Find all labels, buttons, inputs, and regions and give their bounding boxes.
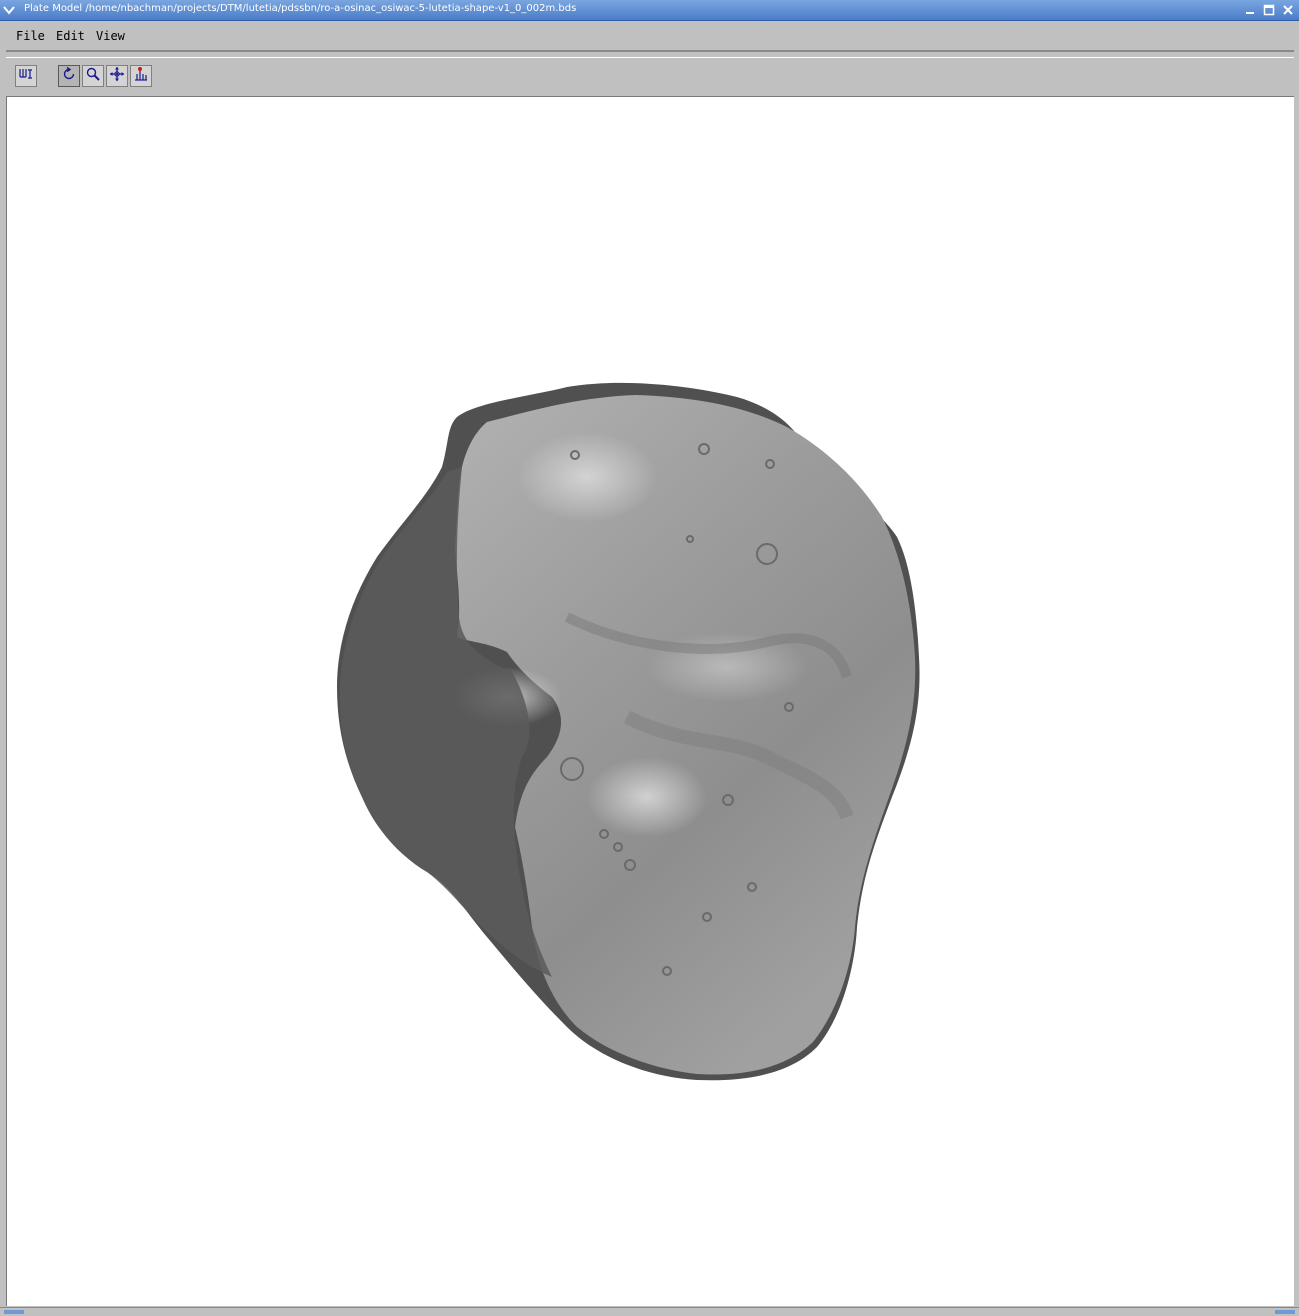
rotate-button[interactable]: [58, 65, 80, 87]
menu-edit[interactable]: Edit: [56, 29, 85, 43]
zoom-icon: [85, 66, 101, 86]
maximize-icon[interactable]: [1261, 2, 1277, 18]
rotate-icon: [61, 66, 77, 86]
menu-bar: File Edit View: [6, 22, 1294, 52]
pick-point-icon: [133, 66, 149, 86]
window-menu-icon[interactable]: [1, 2, 17, 18]
app-window: Plate Model /home/nbachman/projects/DTM/…: [0, 0, 1299, 1316]
resize-handle-right[interactable]: [1275, 1310, 1295, 1314]
plate-model-button[interactable]: [15, 65, 37, 87]
minimize-icon[interactable]: [1242, 2, 1258, 18]
zoom-button[interactable]: [82, 65, 104, 87]
pan-icon: [109, 66, 125, 86]
surface-highlight: [517, 432, 657, 522]
surface-highlight: [587, 757, 707, 837]
asteroid-model-render: [337, 382, 920, 1081]
3d-viewport[interactable]: [6, 97, 1294, 1306]
pan-button[interactable]: [106, 65, 128, 87]
toolbar: [6, 57, 1294, 98]
resize-handle-left[interactable]: [4, 1310, 24, 1314]
title-bar[interactable]: Plate Model /home/nbachman/projects/DTM/…: [0, 0, 1299, 21]
menu-file[interactable]: File: [16, 29, 45, 43]
plate-model-icon: [18, 66, 34, 86]
close-icon[interactable]: [1280, 2, 1296, 18]
pick-point-button[interactable]: [130, 65, 152, 87]
menu-view[interactable]: View: [96, 29, 125, 43]
window-title: Plate Model /home/nbachman/projects/DTM/…: [24, 3, 577, 14]
